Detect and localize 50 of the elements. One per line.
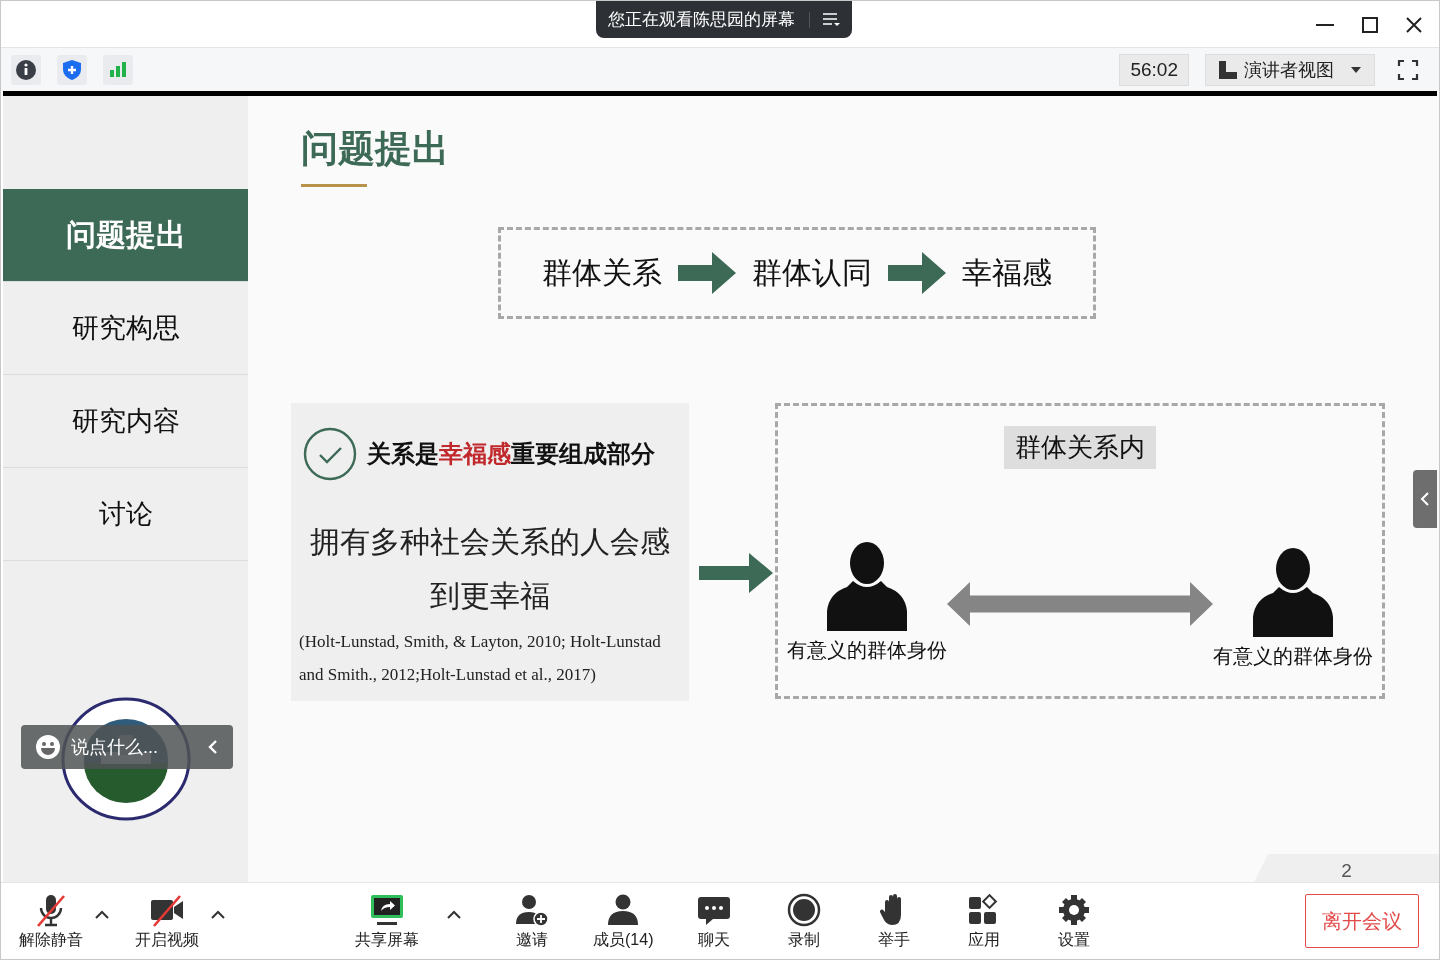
caret-icon[interactable] (95, 910, 109, 920)
menu-icon[interactable] (809, 11, 840, 28)
right-arrow-icon (678, 252, 736, 294)
side-panel-handle[interactable] (1413, 470, 1437, 528)
person-label: 有意义的群体身份 (1213, 644, 1373, 669)
shield-icon[interactable] (57, 54, 87, 85)
toolbar-button[interactable]: 录制 (771, 891, 838, 951)
collapse-chevron-icon[interactable] (207, 739, 219, 755)
caret-icon[interactable] (447, 910, 461, 920)
finding-statement: 拥有多种社会关系的人会感到更幸福 (309, 524, 671, 614)
double-arrow-icon (947, 581, 1213, 627)
chat-input-field[interactable]: 说点什么... (69, 735, 199, 759)
slide-nav-item[interactable]: 问题提出 (3, 189, 248, 282)
toolbar-button[interactable]: 解除静音 (15, 891, 87, 951)
citation-text: (Holt-Lunstad, Smith, & Layton, 2010; Holt-Lunstad and Smith., 2012;Holt-Lunstad et al., 2017) (299, 631, 662, 686)
checkmark-icon (303, 427, 357, 481)
relation-label: 群体关系内 (1004, 426, 1156, 469)
close-icon[interactable] (1405, 16, 1423, 34)
layout-icon (1218, 59, 1238, 80)
toolbar-button[interactable]: 共享屏幕 (351, 891, 423, 951)
toolbar-button[interactable]: 应用 (951, 891, 1018, 951)
person-silhouette-icon (1253, 547, 1333, 637)
flow-label: 幸福感 (962, 254, 1052, 291)
signal-icon[interactable] (103, 54, 133, 85)
toolbar-button[interactable]: 成员(14) (589, 891, 658, 951)
meeting-timer: 56:02 (1119, 53, 1189, 86)
slide-title: 问题提出 (301, 127, 450, 171)
toolbar-button[interactable]: 开启视频 (131, 891, 203, 951)
person-label: 有意义的群体身份 (787, 638, 947, 663)
right-arrow-icon (888, 252, 946, 294)
view-dropdown[interactable]: 演讲者视图 (1205, 53, 1375, 86)
toolbar-button[interactable]: 聊天 (681, 891, 748, 951)
page-number: 2 (1341, 860, 1352, 882)
caret-icon (1350, 65, 1362, 74)
emoji-icon[interactable] (35, 734, 61, 760)
maximize-icon[interactable] (1361, 16, 1379, 34)
caret-icon[interactable] (211, 910, 225, 920)
finding-heading: 关系是幸福感重要组成部分 (367, 439, 655, 469)
info-icon[interactable] (11, 54, 41, 85)
chat-bar[interactable]: 说点什么... (21, 725, 233, 769)
record-icon (786, 891, 823, 928)
flow-label: 群体关系 (542, 254, 662, 291)
toolbar-button[interactable]: 举手 (861, 891, 928, 951)
right-arrow-icon (699, 553, 773, 593)
leave-meeting-button[interactable]: 离开会议 (1305, 894, 1419, 948)
person-silhouette-icon (827, 541, 907, 631)
flow-label: 群体认同 (752, 254, 872, 291)
toolbar-button[interactable]: 邀请 (499, 891, 565, 951)
banner-text: 您正在观看陈思园的屏幕 (608, 9, 795, 31)
toolbar-button[interactable]: 设置 (1041, 891, 1108, 951)
